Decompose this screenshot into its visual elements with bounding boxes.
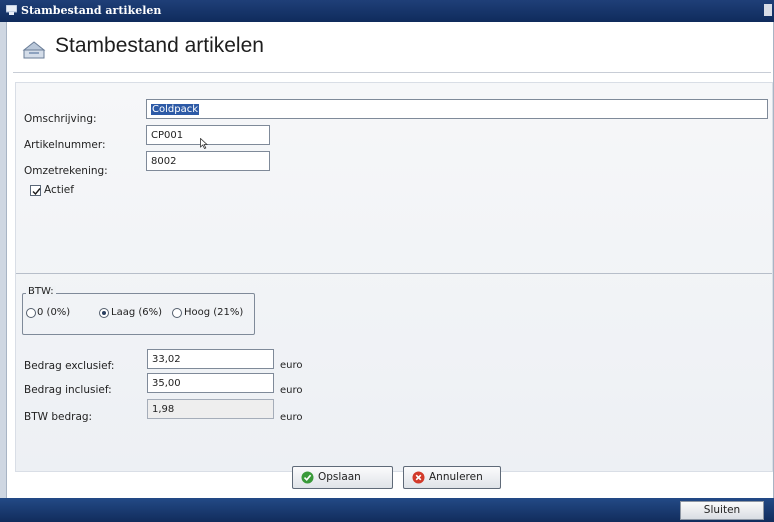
actief-checkbox[interactable]: [30, 185, 41, 196]
btw-bedrag-label: BTW bedrag:: [24, 411, 93, 423]
bedrag-exclusief-field[interactable]: 33,02: [147, 349, 274, 369]
omzetrekening-field[interactable]: 8002: [146, 151, 270, 171]
close-button[interactable]: Sluiten: [680, 501, 764, 520]
btw-radio-laag[interactable]: [99, 308, 109, 318]
omschrijving-field[interactable]: Coldpack: [146, 99, 768, 119]
form-panel: Omschrijving: Coldpack Artikelnummer: CP…: [15, 82, 773, 472]
bedrag-inclusief-field[interactable]: 35,00: [147, 373, 274, 393]
artikelnummer-field[interactable]: CP001: [146, 125, 270, 145]
page-title: Stambestand artikelen: [55, 34, 264, 57]
save-button-label: Opslaan: [318, 471, 361, 483]
taskbar: Sluiten: [0, 498, 774, 522]
window-app-icon: [6, 5, 17, 15]
bedrag-inclusief-label: Bedrag inclusief:: [24, 384, 112, 396]
euro-unit-inclusief: euro: [280, 385, 303, 396]
cancel-button-label: Annuleren: [429, 471, 483, 483]
save-button[interactable]: Opslaan: [292, 466, 393, 489]
btw-group-label: BTW:: [26, 286, 56, 297]
header-divider: [13, 72, 771, 73]
close-button-label: Sluiten: [703, 504, 741, 516]
omschrijving-label: Omschrijving:: [24, 113, 97, 125]
btw-radio-hoog[interactable]: [172, 308, 182, 318]
bedrag-exclusief-label: Bedrag exclusief:: [24, 360, 115, 372]
check-circle-icon: [301, 471, 314, 484]
bedrag-exclusief-value: 33,02: [152, 354, 181, 365]
box-stack-icon: [22, 41, 46, 59]
euro-unit-btw: euro: [280, 412, 303, 423]
omschrijving-value: Coldpack: [151, 104, 199, 115]
article-window: Stambestand artikelen Omschrijving: Cold…: [6, 22, 774, 498]
section-divider: [16, 273, 772, 274]
cancel-button[interactable]: Annuleren: [403, 466, 501, 489]
btw-bedrag-value: 1,98: [152, 404, 175, 415]
euro-unit-exclusief: euro: [280, 360, 303, 371]
btw-option-laag-label[interactable]: Laag (6%): [111, 307, 162, 318]
btw-option-0-label[interactable]: 0 (0%): [37, 307, 70, 318]
omzetrekening-label: Omzetrekening:: [24, 165, 108, 177]
actief-label: Actief: [44, 184, 74, 196]
window-title-text: Stambestand artikelen: [21, 4, 162, 17]
window-titlebar[interactable]: Stambestand artikelen: [0, 0, 774, 22]
bedrag-inclusief-value: 35,00: [152, 378, 181, 389]
omzetrekening-value: 8002: [151, 156, 177, 167]
cancel-circle-icon: [412, 471, 425, 484]
mouse-cursor-icon: [200, 138, 208, 149]
btw-option-hoog-label[interactable]: Hoog (21%): [184, 307, 243, 318]
btw-radio-0[interactable]: [26, 308, 36, 318]
btw-groupbox: BTW: 0 (0%) Laag (6%) Hoog (21%): [22, 286, 255, 335]
artikelnummer-value: CP001: [151, 130, 184, 141]
window-system-button[interactable]: [764, 4, 772, 16]
checkmark-icon: [32, 188, 41, 196]
btw-bedrag-field: 1,98: [147, 399, 274, 419]
artikelnummer-label: Artikelnummer:: [24, 139, 106, 151]
